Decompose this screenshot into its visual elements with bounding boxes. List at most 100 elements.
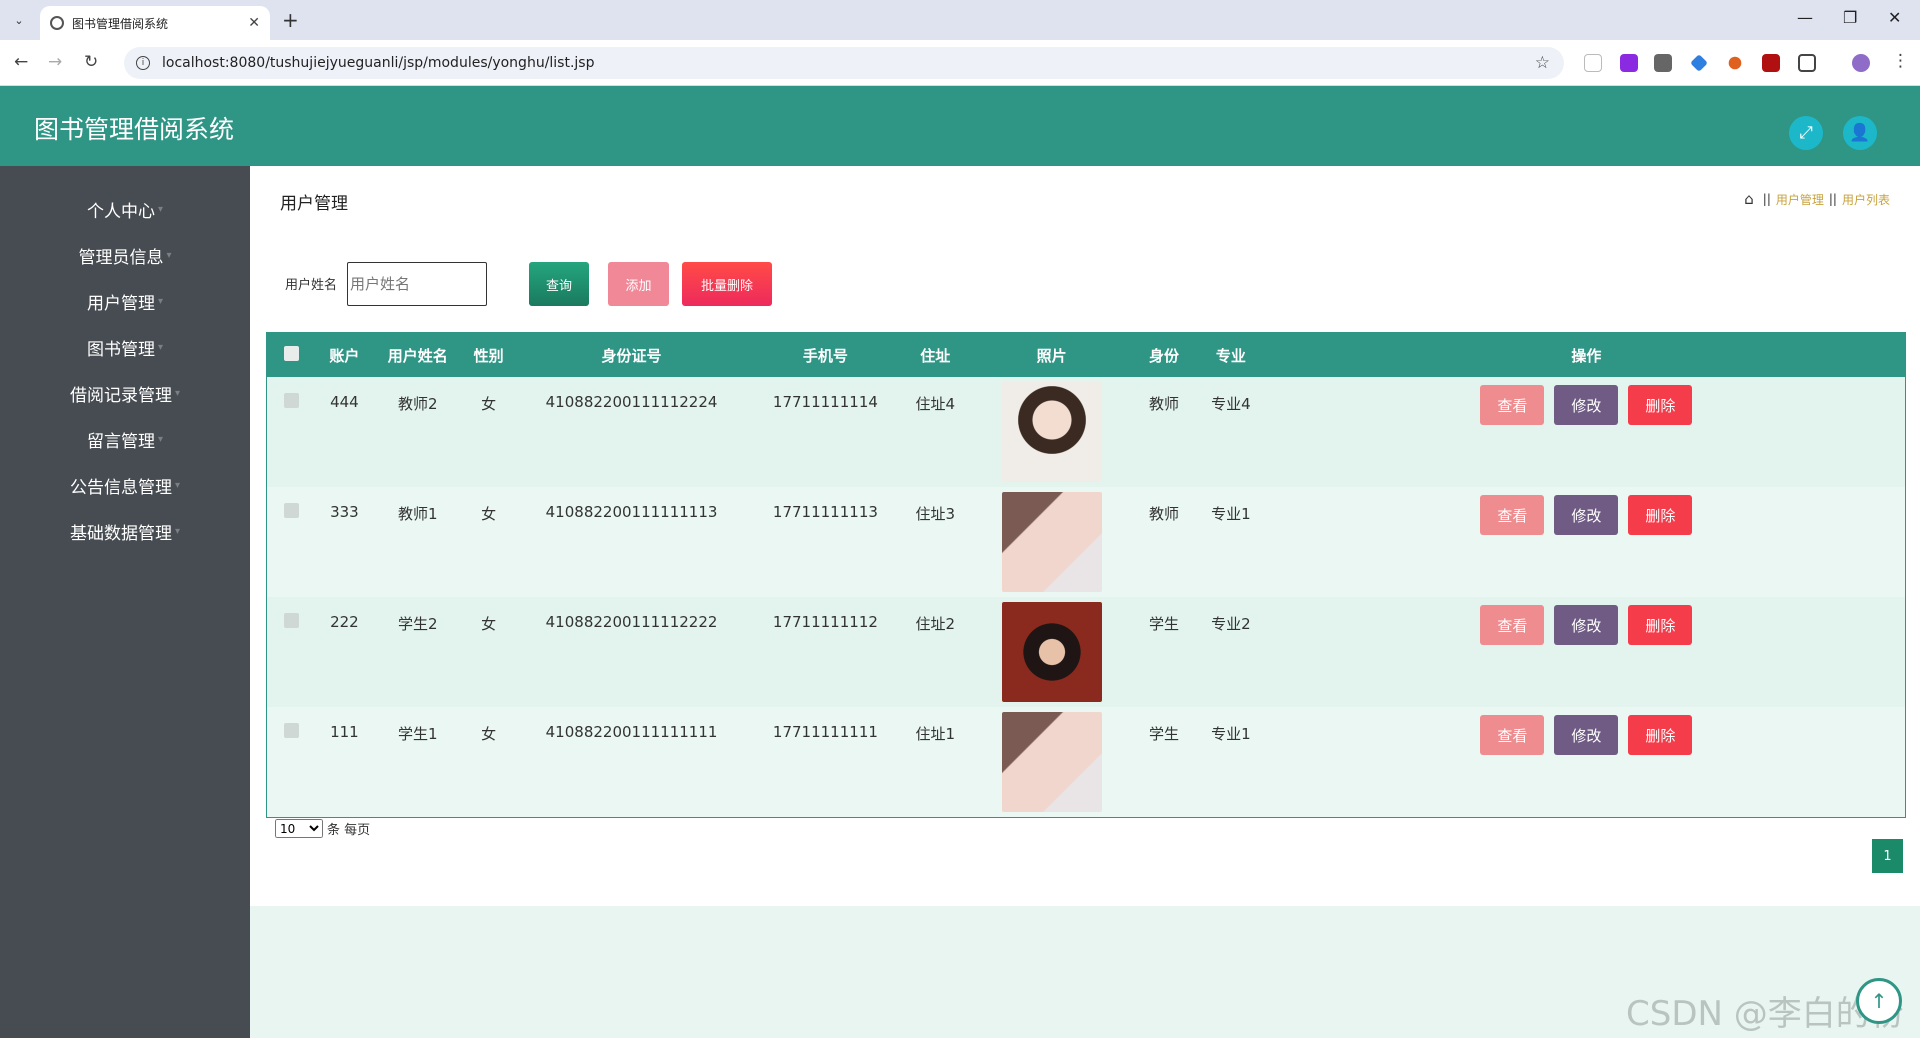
address-cell: 住址4 [915,395,956,413]
sidebar-item-personal-center[interactable]: 个人中心 ▾ [0,186,250,232]
restore-icon[interactable]: ❐ [1843,8,1857,27]
close-tab-icon[interactable]: ✕ [248,15,260,31]
sidebar-item-label: 借阅记录管理 [69,385,172,406]
id-number-cell: 410882200111112222 [545,613,718,631]
tab-search-icon[interactable]: ⌄ [8,9,30,31]
back-icon[interactable]: ← [14,52,28,72]
extensions-puzzle-icon[interactable] [1798,54,1816,72]
delete-button[interactable]: 删除 [1628,605,1693,645]
caret-down-icon: ▾ [157,341,164,353]
breadcrumb-item[interactable]: 用户管理 [1776,191,1824,208]
major-cell: 专业1 [1211,505,1251,523]
sidebar-item-book-management[interactable]: 图书管理 ▾ [0,324,250,370]
edit-button[interactable]: 修改 [1554,605,1619,645]
view-button[interactable]: 查看 [1480,385,1545,425]
browser-menu-icon[interactable]: ⋮ [1892,51,1909,71]
add-button[interactable]: 添加 [608,262,669,306]
sidebar-item-label: 用户管理 [86,293,155,314]
sidebar-item-basic-data[interactable]: 基础数据管理 ▾ [0,508,250,554]
app-title: 图书管理借阅系统 [34,115,235,144]
sidebar-item-messages[interactable]: 留言管理 ▾ [0,416,250,462]
edit-button[interactable]: 修改 [1554,385,1619,425]
view-button[interactable]: 查看 [1480,715,1545,755]
edit-button[interactable]: 修改 [1554,495,1619,535]
page-size-suffix: 条 每页 [327,823,371,838]
batch-delete-button[interactable]: 批量删除 [682,262,772,306]
caret-down-icon: ▾ [157,295,164,307]
caret-down-icon: ▾ [157,433,164,445]
browser-tab[interactable]: 图书管理借阅系统 ✕ [40,6,270,40]
breadcrumb-item[interactable]: 用户列表 [1842,191,1890,208]
page-size-control: 10 条 每页 [275,819,370,838]
sidebar-item-user-management[interactable]: 用户管理 ▾ [0,278,250,324]
page-number-button[interactable]: 1 [1872,839,1903,873]
edit-button[interactable]: 修改 [1554,715,1619,755]
sidebar-item-label: 图书管理 [86,339,155,360]
bookmark-star-icon[interactable]: ☆ [1535,53,1550,73]
phone-cell: 17711111111 [772,723,878,741]
gender-cell: 女 [481,505,497,523]
extension-shield-icon[interactable] [1762,54,1780,72]
minimize-icon[interactable]: — [1797,8,1813,27]
extension-cursor-icon[interactable] [1584,54,1602,72]
name-cell: 教师1 [398,505,438,523]
column-header: 性别 [473,346,504,365]
sidebar-item-borrow-records[interactable]: 借阅记录管理 ▾ [0,370,250,416]
delete-button[interactable]: 删除 [1628,385,1693,425]
row-checkbox[interactable] [284,503,300,518]
new-tab-icon[interactable]: + [282,8,299,32]
caret-down-icon: ▾ [157,203,164,215]
name-search-input[interactable] [347,262,487,306]
extension-purple-icon[interactable] [1620,54,1638,72]
column-header: 专业 [1215,346,1246,365]
sidebar-item-admin-info[interactable]: 管理员信息 ▾ [0,232,250,278]
page-size-select[interactable]: 10 [275,819,323,838]
sidebar-item-label: 基础数据管理 [69,523,172,544]
user-photo [1001,712,1102,812]
forward-icon[interactable]: → [48,52,62,72]
home-icon[interactable]: ⌂ [1744,190,1754,208]
delete-button[interactable]: 删除 [1628,715,1693,755]
fullscreen-icon[interactable]: ⤢ [1789,116,1823,150]
profile-avatar-icon[interactable] [1852,54,1870,72]
query-button[interactable]: 查询 [529,262,589,306]
row-checkbox[interactable] [284,723,300,738]
site-info-icon[interactable]: i [136,56,150,70]
user-icon[interactable]: 👤 [1843,116,1877,150]
page-title: 用户管理 [280,194,348,214]
role-cell: 学生 [1149,615,1180,633]
row-checkbox[interactable] [284,393,300,408]
caret-down-icon: ▾ [174,479,181,491]
app-header: 图书管理借阅系统 ⤢ 👤 [0,86,1920,166]
url-field[interactable]: i localhost:8080/tushujiejyueguanli/jsp/… [124,47,1564,79]
sidebar-item-announcements[interactable]: 公告信息管理 ▾ [0,462,250,508]
scroll-to-top-icon[interactable]: ↑ [1856,978,1902,1024]
window-close-icon[interactable]: ✕ [1888,8,1901,27]
site-favicon-icon [50,16,64,30]
extension-game-icon[interactable] [1654,54,1672,72]
row-checkbox[interactable] [284,613,300,628]
extension-blue-icon[interactable] [1690,54,1708,72]
url-text: localhost:8080/tushujiejyueguanli/jsp/mo… [162,55,595,71]
view-button[interactable]: 查看 [1480,605,1545,645]
phone-cell: 17711111112 [772,613,878,631]
view-button[interactable]: 查看 [1480,495,1545,535]
address-cell: 住址2 [915,615,956,633]
extension-orange-icon[interactable] [1728,56,1742,70]
column-header: 手机号 [802,346,848,365]
reload-icon[interactable]: ↻ [84,52,98,72]
table-header-row: 账户 用户姓名 性别 身份证号 手机号 住址 照片 身份 专业 操作 [267,333,1905,377]
caret-down-icon: ▾ [166,249,172,261]
user-photo [1001,382,1102,482]
major-cell: 专业1 [1211,725,1251,743]
table-row: 333 教师1 女 410882200111111113 17711111113… [267,487,1905,597]
select-all-checkbox[interactable] [284,345,300,361]
address-cell: 住址3 [915,505,956,523]
browser-tabbar: ⌄ 图书管理借阅系统 ✕ + — ❐ ✕ [0,0,1920,40]
major-cell: 专业2 [1211,615,1251,633]
role-cell: 学生 [1149,725,1180,743]
column-header: 身份 [1149,346,1180,365]
address-cell: 住址1 [915,725,956,743]
delete-button[interactable]: 删除 [1628,495,1693,535]
name-cell: 学生2 [398,615,438,633]
